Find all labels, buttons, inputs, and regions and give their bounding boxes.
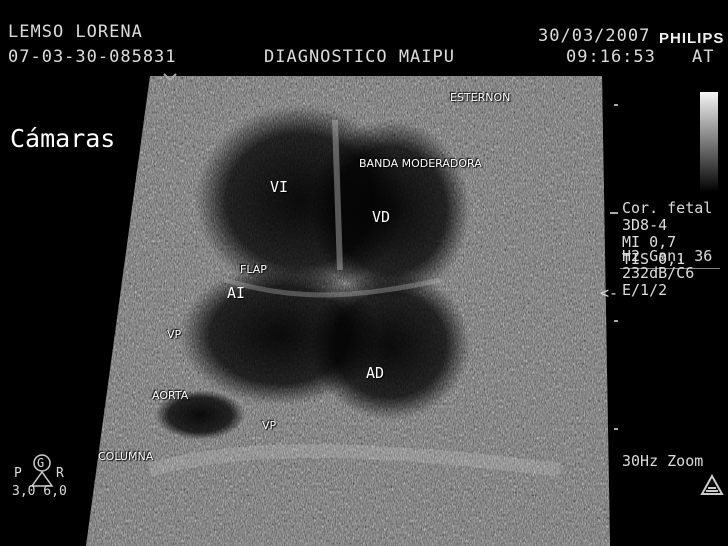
page-title: Cámaras <box>10 124 116 153</box>
brand-logo: PHILIPS <box>659 30 725 47</box>
setting-db: 232dB/C6 <box>622 264 695 282</box>
orientation-scale: 3,0 6,0 <box>12 484 67 499</box>
study-id: 07-03-30-085831 <box>8 47 177 67</box>
label-aorta: AORTA <box>152 389 189 402</box>
label-vi: VI <box>270 178 289 196</box>
setting-edge: E/1/2 <box>622 281 668 299</box>
orientation-r: R <box>56 466 64 481</box>
label-ai: AI <box>227 284 246 302</box>
label-vd: VD <box>372 208 391 226</box>
setting-mode: Cor. fetal <box>622 199 713 217</box>
frame-rate: 30Hz Zoom <box>622 452 704 470</box>
label-esternon: ESTERNON <box>450 91 511 104</box>
setting-probe: 3D8-4 <box>622 216 668 234</box>
transducer-icon <box>700 474 724 495</box>
setting-gain: H2 Gan. 36 <box>622 247 713 265</box>
label-vp-bottom: VP <box>262 419 277 432</box>
gain-panel: H2 Gan. 36 232dB/C6 E/1/2 <box>622 248 712 299</box>
label-columna: COLUMNA <box>98 450 154 463</box>
study-time: 09:16:53 <box>566 47 656 67</box>
ultrasound-image <box>86 73 618 546</box>
patient-name: LEMSO LORENA <box>8 22 143 42</box>
institution-name: DIAGNOSTICO MAIPU <box>264 47 455 67</box>
label-banda-moderadora: BANDA MODERADORA <box>359 157 482 170</box>
study-date: 30/03/2007 <box>538 26 651 46</box>
orientation-p: P <box>14 466 22 481</box>
grayscale-bar <box>700 92 718 192</box>
label-ad: AD <box>366 364 385 382</box>
label-flap: FLAP <box>240 263 267 276</box>
brand-sub: AT <box>692 47 715 67</box>
focus-pointer: <- <box>600 284 619 302</box>
label-vp-left: VP <box>167 328 182 341</box>
orientation-g: G <box>37 456 45 470</box>
